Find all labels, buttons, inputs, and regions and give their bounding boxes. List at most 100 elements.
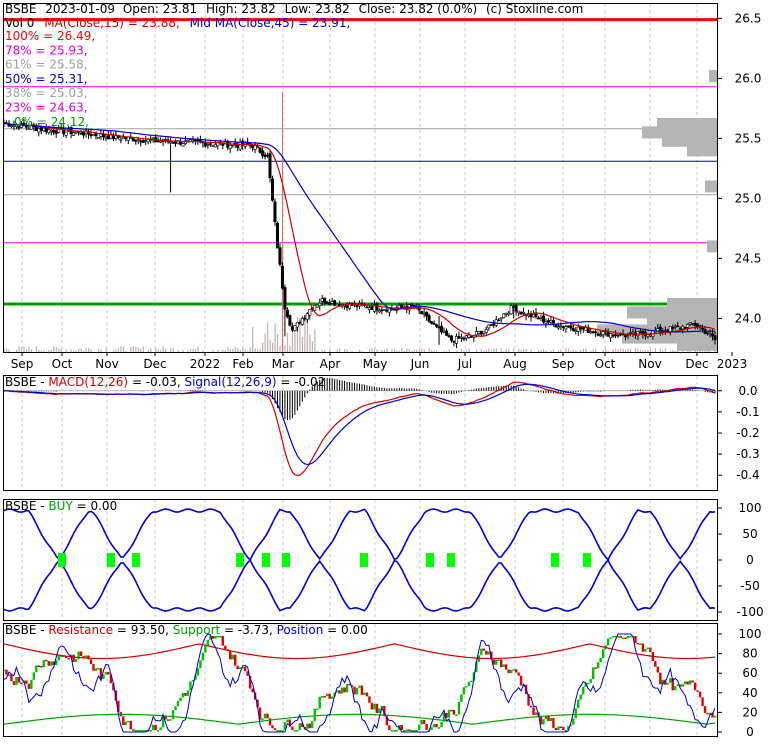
volume-bar-275 bbox=[687, 350, 689, 352]
stoch-candle-157 bbox=[393, 730, 396, 732]
volume-bar-201 bbox=[503, 350, 505, 352]
volume-bar-131 bbox=[329, 349, 331, 352]
stoch-candle-165 bbox=[412, 730, 416, 732]
stoch-candle-142 bbox=[355, 687, 359, 695]
candle-body-186 bbox=[464, 335, 468, 339]
header-line-1: BSBE 2023-01-09 Open: 23.81 High: 23.82 … bbox=[5, 2, 583, 16]
candle-body-53 bbox=[134, 140, 138, 142]
header-symbol: BSBE bbox=[5, 2, 36, 16]
price-x-ticks: Sep Oct Nov Dec 2022 Feb Mar Apr May Jun Jul Aug Sep… bbox=[11, 352, 748, 371]
candle-body-111 bbox=[278, 247, 282, 265]
buy-signal-8 bbox=[447, 553, 455, 567]
volume-bar-210 bbox=[525, 349, 527, 352]
candle-body-219 bbox=[546, 320, 550, 323]
x-tick-label-3: Dec bbox=[143, 357, 166, 371]
volume-bar-140 bbox=[351, 350, 353, 352]
candle-body-107 bbox=[268, 153, 272, 179]
stoch-candle-111 bbox=[278, 730, 282, 732]
candle-body-169 bbox=[422, 312, 426, 315]
stoch-candle-109 bbox=[273, 728, 277, 731]
candle-body-81 bbox=[203, 142, 207, 147]
candle-body-272 bbox=[678, 327, 682, 330]
volume-profile-bar-3 bbox=[687, 144, 717, 157]
volume-bar-202 bbox=[505, 348, 507, 352]
volume-bar-198 bbox=[495, 348, 497, 352]
stoch-candle-230 bbox=[574, 708, 577, 719]
macd-tick-label-2: -0.2 bbox=[736, 426, 759, 440]
volume-bar-114 bbox=[286, 332, 289, 352]
volume-bar-14 bbox=[38, 349, 40, 352]
stoch-candle-163 bbox=[408, 729, 411, 731]
volume-bar-200 bbox=[500, 348, 502, 352]
candle-body-69 bbox=[174, 141, 178, 144]
volume-bar-157 bbox=[393, 348, 396, 352]
volume-bar-46 bbox=[117, 347, 120, 352]
volume-bar-258 bbox=[644, 350, 647, 352]
volume-bar-34 bbox=[88, 348, 90, 352]
volume-bar-15 bbox=[40, 350, 42, 352]
stoch-candle-255 bbox=[636, 642, 640, 645]
candle-body-238 bbox=[594, 331, 598, 334]
volume-bar-233 bbox=[582, 348, 584, 352]
header-ma15: MA(Close,15) = 23.88, bbox=[44, 16, 180, 30]
candle-body-25 bbox=[64, 131, 68, 136]
volume-bar-138 bbox=[346, 349, 348, 352]
resistance-title-position-value: = 0.00 bbox=[327, 623, 368, 637]
stoch-candle-283 bbox=[706, 712, 709, 715]
volume-bar-108 bbox=[271, 342, 274, 352]
stoch-candle-229 bbox=[572, 718, 575, 725]
candle-body-247 bbox=[616, 334, 620, 337]
candle-body-276 bbox=[688, 322, 692, 325]
stoch-candle-179 bbox=[447, 709, 451, 718]
volume-bar-190 bbox=[475, 349, 478, 352]
candle-body-19 bbox=[49, 129, 53, 132]
volume-bar-2 bbox=[8, 349, 10, 352]
volume-bar-112 bbox=[281, 92, 284, 352]
volume-bar-137 bbox=[344, 349, 346, 352]
price-tick-label-2: 25.5 bbox=[735, 131, 762, 145]
stoch-candle-80 bbox=[201, 652, 205, 661]
x-tick-label-16: 2023 bbox=[717, 357, 748, 371]
candle-body-126 bbox=[315, 304, 319, 308]
candle-body-188 bbox=[469, 336, 473, 338]
volume-bar-234 bbox=[585, 348, 587, 352]
candle-body-208 bbox=[519, 311, 523, 315]
buy-signal-9 bbox=[551, 553, 559, 567]
volume-bar-266 bbox=[664, 348, 666, 352]
volume-bar-212 bbox=[530, 349, 532, 352]
volume-bar-10 bbox=[28, 346, 30, 352]
stoch-candle-231 bbox=[577, 699, 580, 709]
volume-bar-282 bbox=[704, 350, 706, 352]
volume-bar-134 bbox=[336, 349, 338, 352]
macd-title-prefix: BSBE - bbox=[5, 375, 48, 389]
stoch-candle-252 bbox=[629, 635, 632, 638]
stoch-candle-169 bbox=[422, 719, 426, 725]
candle-body-109 bbox=[273, 201, 277, 222]
stoch-candle-270 bbox=[674, 686, 677, 691]
volume-bar-197 bbox=[493, 349, 495, 352]
volume-bar-259 bbox=[647, 350, 649, 352]
buy-title-prefix: BSBE - bbox=[5, 499, 48, 513]
volume-bar-1 bbox=[5, 348, 8, 352]
macd-tick-label-0: 0.0 bbox=[738, 384, 757, 398]
candle-body-72 bbox=[181, 143, 185, 147]
stoch-candle-180 bbox=[450, 709, 453, 712]
buy-tick-label-3: -50 bbox=[740, 579, 760, 593]
fibonacci-labels: 100% = 26.49,78% = 25.93,61% = 25.58,50%… bbox=[5, 29, 95, 129]
stoch-candle-224 bbox=[559, 726, 563, 729]
stoch-candle-187 bbox=[467, 681, 471, 686]
volume-bar-172 bbox=[431, 350, 433, 352]
volume-bar-195 bbox=[488, 348, 490, 352]
resistance-title-resistance: Resistance bbox=[48, 623, 113, 637]
candle-body-215 bbox=[536, 317, 540, 320]
volume-bar-252 bbox=[629, 349, 632, 352]
stoch-candle-72 bbox=[181, 693, 185, 698]
volume-bar-207 bbox=[518, 348, 520, 352]
volume-bar-97 bbox=[244, 349, 246, 352]
volume-bar-110 bbox=[276, 334, 279, 352]
candle-body-119 bbox=[298, 321, 302, 324]
fib-label-5: 23% = 24.63, bbox=[5, 101, 88, 115]
buy-signal-5 bbox=[282, 553, 290, 567]
candle-body-36 bbox=[91, 133, 95, 136]
candle-body-164 bbox=[410, 304, 414, 306]
